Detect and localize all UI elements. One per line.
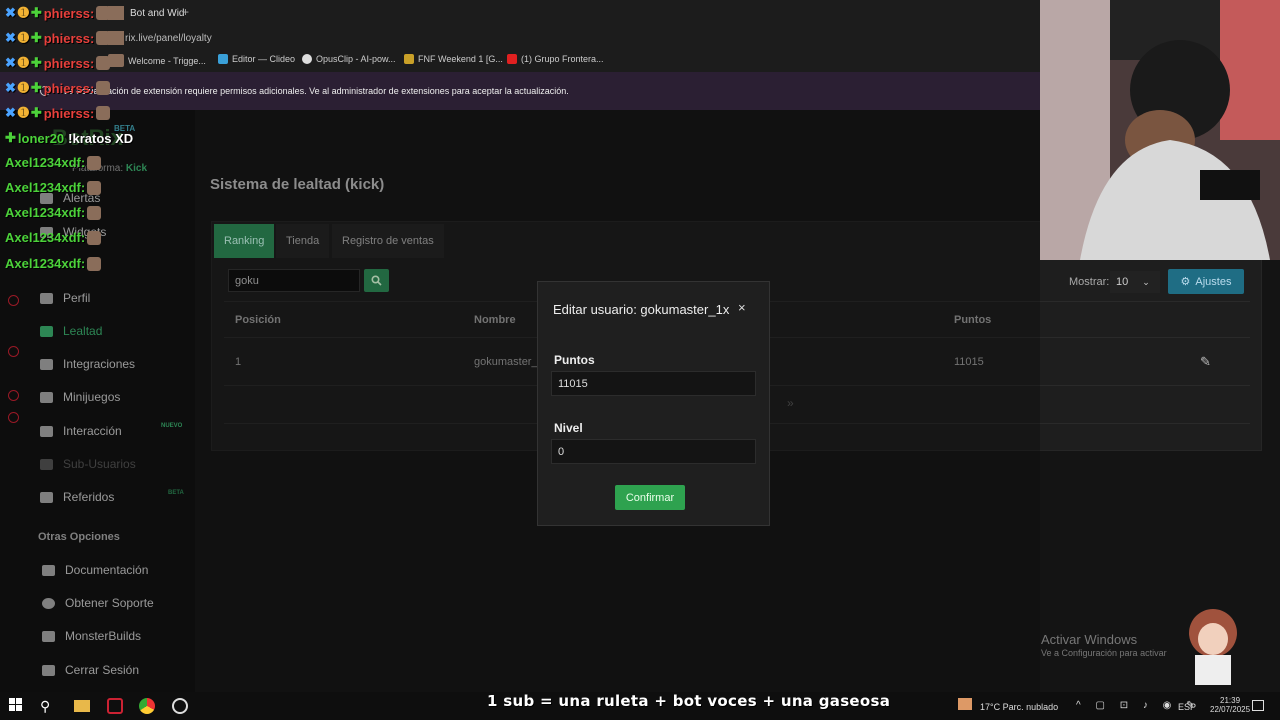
sub-badge-icon: ➊ xyxy=(17,80,29,95)
browser-tab-active[interactable]: Bot and Wid xyxy=(108,4,184,22)
emote-icon xyxy=(87,230,102,245)
confirm-button[interactable]: Confirmar xyxy=(615,485,685,510)
extension-info-bar: La actualización de extensión requiere p… xyxy=(0,72,1040,110)
chat-message: ✖ ➊ ✚ phierss: xyxy=(5,30,111,46)
emote-icon xyxy=(87,256,102,271)
bookmark-item[interactable]: Welcome - Trigge... xyxy=(108,54,206,67)
chat-message: ✖ ➊ ✚ phierss: xyxy=(5,5,111,21)
show-select[interactable]: 10 ⌄ xyxy=(1110,271,1160,293)
settings-button[interactable]: ⚙ Ajustes xyxy=(1168,269,1244,294)
bookmark-item[interactable]: (1) Grupo Frontera... xyxy=(507,54,604,64)
gear-icon: ⚙ xyxy=(1180,276,1191,288)
site-favicon-icon xyxy=(108,31,124,45)
level-field[interactable]: 0 xyxy=(551,439,756,464)
emote-icon xyxy=(87,205,102,220)
emote-icon xyxy=(87,180,102,195)
infobar-text: La actualización de extensión requiere p… xyxy=(64,86,569,96)
bookmark-item[interactable]: Editor — Clideo xyxy=(218,54,295,64)
notifications-icon[interactable] xyxy=(1252,700,1264,711)
chat-message: ✖ ➊ ✚ phierss: xyxy=(5,105,111,121)
chat-message: ✖ ➊ ✚ phierss: xyxy=(5,55,111,71)
modal-backdrop[interactable] xyxy=(0,110,1040,692)
app-icon[interactable] xyxy=(107,698,123,714)
address-bar[interactable]: rix.live/panel/loyalty xyxy=(0,26,1040,50)
clideo-icon xyxy=(218,54,228,64)
sword-icon: ✖ xyxy=(5,30,16,45)
bookmark-favicon-icon xyxy=(108,54,124,67)
sword-icon: ✖ xyxy=(5,105,16,120)
emote-icon xyxy=(96,6,111,20)
chat-message: Axel1234xdf: xyxy=(5,155,102,170)
gift-icon: ✚ xyxy=(30,105,42,120)
chat-message: Axel1234xdf: xyxy=(5,256,102,271)
chat-message: ✚ loner20 !kratos XD xyxy=(5,130,134,146)
emote-icon xyxy=(96,31,111,45)
chrome-icon[interactable] xyxy=(139,698,155,714)
gift-icon: ✚ xyxy=(30,80,42,95)
webcam-image xyxy=(1040,0,1280,260)
clock[interactable]: 21:39 22/07/2025 xyxy=(1210,696,1250,714)
level-label: Nivel xyxy=(554,421,583,435)
url-text: rix.live/panel/loyalty xyxy=(125,33,212,44)
chat-message: ✖ ➊ ✚ phierss: xyxy=(5,80,111,96)
windows-start-icon[interactable] xyxy=(9,698,25,714)
chat-message: Axel1234xdf: xyxy=(5,205,102,220)
emote-icon xyxy=(96,106,111,120)
browser-tab-bar: Bot and Wid + xyxy=(0,0,1040,26)
chevron-down-icon: ⌄ xyxy=(1142,276,1150,287)
emote-icon xyxy=(87,155,102,170)
opusclip-icon xyxy=(302,54,312,64)
edit-pencil-icon[interactable]: ✎ xyxy=(1200,354,1211,370)
gift-icon: ✚ xyxy=(30,5,42,20)
modal-title: Editar usuario: gokumaster_1x xyxy=(553,302,730,317)
sub-badge-icon: ➊ xyxy=(17,55,29,70)
activate-windows-subtitle: Ve a Configuración para activar xyxy=(1041,648,1167,658)
stream-subtitle: 1 sub = una ruleta + bot voces + una gas… xyxy=(487,692,891,710)
youtube-icon xyxy=(507,54,517,64)
gift-icon: ✚ xyxy=(5,130,16,145)
chat-message: Axel1234xdf: xyxy=(5,230,102,245)
new-tab-button[interactable]: + xyxy=(182,5,189,19)
gift-icon: ✚ xyxy=(30,30,42,45)
file-explorer-icon[interactable] xyxy=(74,700,90,712)
obs-icon[interactable] xyxy=(172,698,188,714)
mascot-image xyxy=(1183,605,1241,687)
sword-icon: ✖ xyxy=(5,5,16,20)
tab-favicon-icon xyxy=(108,6,124,20)
weather-icon xyxy=(958,698,972,710)
sword-icon: ✖ xyxy=(5,80,16,95)
bookmarks-bar: Welcome - Trigge... Editor — Clideo Opus… xyxy=(0,50,1040,72)
weather-text[interactable]: 17°C Parc. nublado xyxy=(980,702,1058,712)
emote-icon xyxy=(96,56,111,70)
points-label: Puntos xyxy=(554,353,595,367)
sword-icon: ✖ xyxy=(5,55,16,70)
show-label: Mostrar: xyxy=(1069,276,1110,288)
fnf-icon xyxy=(404,54,414,64)
browser-tab-label: Bot and Wid xyxy=(130,7,185,19)
close-icon[interactable]: × xyxy=(738,300,746,315)
bookmark-item[interactable]: OpusClip - AI-pow... xyxy=(302,54,396,64)
gift-icon: ✚ xyxy=(30,55,42,70)
emote-icon xyxy=(96,81,111,95)
points-field[interactable]: 11015 xyxy=(551,371,756,396)
activate-windows-title: Activar Windows xyxy=(1041,632,1138,647)
search-icon[interactable]: ⚲ xyxy=(40,698,56,714)
sub-badge-icon: ➊ xyxy=(17,30,29,45)
chat-message: Axel1234xdf: xyxy=(5,180,102,195)
sub-badge-icon: ➊ xyxy=(17,105,29,120)
language-indicator[interactable]: ESP xyxy=(1178,702,1196,712)
bookmark-item[interactable]: FNF Weekend 1 [G... xyxy=(404,54,503,64)
webcam-feed xyxy=(1040,0,1280,260)
sub-badge-icon: ➊ xyxy=(17,5,29,20)
